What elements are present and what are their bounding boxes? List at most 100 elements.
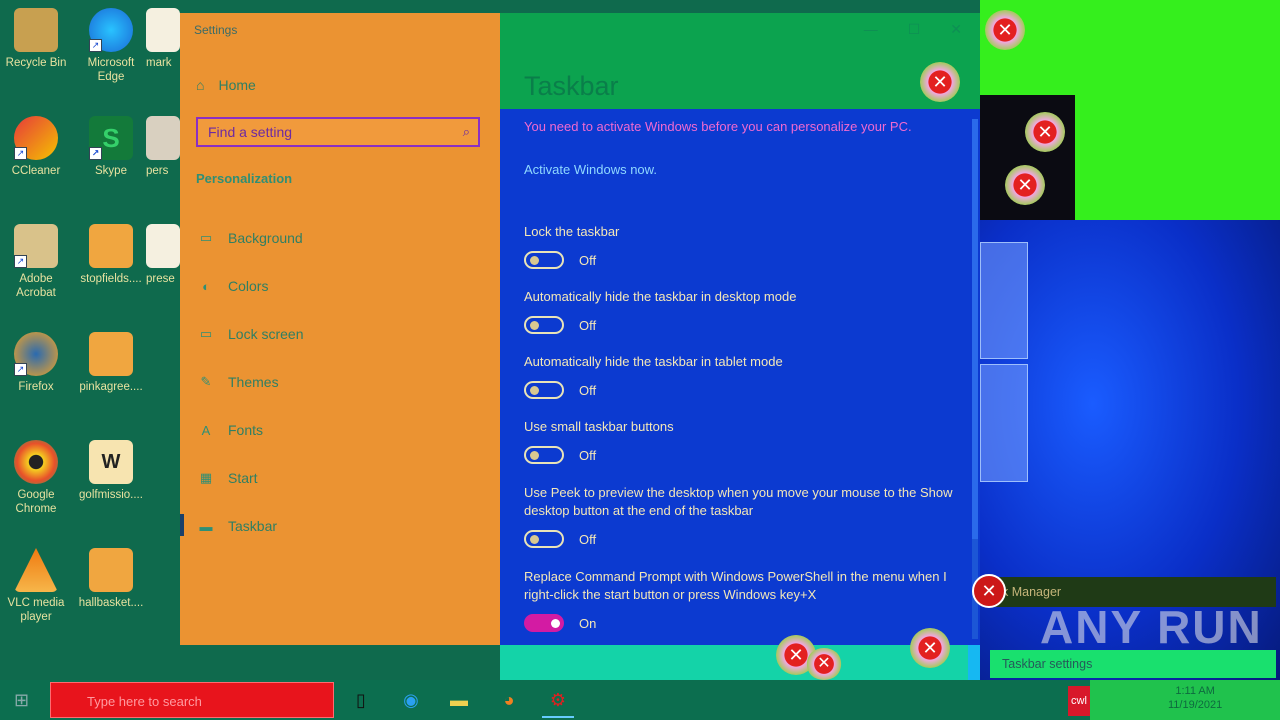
nav-item-label: Themes xyxy=(228,374,279,390)
desktop-icon-prese[interactable]: prese xyxy=(146,224,180,286)
error-icon: ✕ xyxy=(1025,112,1065,152)
firefox-icon[interactable]: ◕ xyxy=(493,684,525,716)
edge-icon[interactable]: ◉ xyxy=(395,684,427,716)
activate-windows-link[interactable]: Activate Windows now. xyxy=(524,162,657,177)
edge-icon: ↗ xyxy=(89,8,133,52)
taskbar-search-input[interactable] xyxy=(51,683,329,719)
setting-autohide-desktop: Automatically hide the taskbar in deskto… xyxy=(524,288,954,334)
desktop-icon-stopfields[interactable]: stopfields.... xyxy=(77,224,145,286)
start-button[interactable]: ⊞ xyxy=(14,690,34,710)
lock-screen-icon: ▭ xyxy=(199,326,213,341)
nav-item-label: Lock screen xyxy=(228,326,304,342)
setting-label: Automatically hide the taskbar in tablet… xyxy=(524,354,783,369)
home-label: Home xyxy=(218,77,256,93)
file-explorer-icon[interactable]: ▬ xyxy=(443,684,475,716)
toggle-state: Off xyxy=(579,447,597,463)
setting-label: Replace Command Prompt with Windows Powe… xyxy=(524,569,947,602)
nav-item-themes[interactable]: ✎ Themes xyxy=(180,362,500,402)
toggle-state: Off xyxy=(579,382,597,398)
desktop-icon-recycle-bin[interactable]: Recycle Bin xyxy=(2,8,70,70)
nav-item-label: Taskbar xyxy=(228,518,278,534)
toggle-switch[interactable] xyxy=(524,381,564,399)
error-icon: ✕ xyxy=(985,10,1025,50)
toggle-switch[interactable] xyxy=(524,316,564,334)
taskbar-settings-menu-item[interactable]: Taskbar settings xyxy=(990,650,1276,678)
error-icon: ✕ xyxy=(1005,165,1045,205)
anyrun-watermark: ANY RUN xyxy=(1040,601,1263,653)
desktop-icon-label: prese xyxy=(146,273,175,285)
toggle-state: On xyxy=(579,615,597,631)
desktop-icon-firefox[interactable]: ↗ Firefox xyxy=(2,332,70,394)
desktop-icon-golfmissio[interactable]: W golfmissio.... xyxy=(77,440,145,502)
section-title: Personalization xyxy=(196,171,293,186)
palette-icon: ◐ xyxy=(202,278,210,294)
desktop-icon-skype[interactable]: S ↗ Skype xyxy=(77,116,145,178)
desktop-icon-chrome[interactable]: Google Chrome xyxy=(2,440,70,516)
desktop-icon-label: Adobe Acrobat xyxy=(16,273,56,299)
clock-time: 1:11 AM xyxy=(1175,685,1215,697)
nav-item-lock-screen[interactable]: ▭ Lock screen xyxy=(180,314,500,354)
start-icon: ▦ xyxy=(199,470,213,485)
ccleaner-icon: ↗ xyxy=(14,116,58,160)
desktop-icon-label: pers xyxy=(146,165,169,177)
windows-logo-pane xyxy=(980,242,1028,359)
setting-label: Automatically hide the taskbar in deskto… xyxy=(524,289,797,304)
taskbar-icon: ▬ xyxy=(199,518,213,534)
task-view-icon[interactable]: ▯ xyxy=(345,684,377,716)
desktop-icon-hallbasket[interactable]: hallbasket.... xyxy=(77,548,145,610)
activation-warning: You need to activate Windows before you … xyxy=(524,119,912,134)
error-icon: ✕ xyxy=(920,62,960,102)
toggle-switch[interactable] xyxy=(524,446,564,464)
nav-item-label: Fonts xyxy=(228,422,264,438)
nav-item-background[interactable]: ▭ Background xyxy=(180,218,500,258)
scrollbar-thumb[interactable] xyxy=(972,119,978,539)
desktop-icon-edge[interactable]: ↗ Microsoft Edge xyxy=(77,8,145,84)
toggle-switch[interactable] xyxy=(524,530,564,548)
nav-item-taskbar[interactable]: ▬ Taskbar xyxy=(180,506,500,546)
desktop-icon-label: Google Chrome xyxy=(15,489,57,515)
scrollbar[interactable] xyxy=(972,119,978,639)
settings-window: Settings ⌂ Home ⌕ Personalization ▭ Back… xyxy=(180,13,980,645)
desktop-icon-mark[interactable]: mark xyxy=(146,8,180,70)
desktop-icon-acrobat[interactable]: ↗ Adobe Acrobat xyxy=(2,224,70,300)
clock[interactable]: 1:11 AM 11/19/2021 xyxy=(1168,684,1222,712)
desktop-icon-label: pinkagree.... xyxy=(79,381,143,393)
window-title: Settings xyxy=(194,23,238,37)
search-input[interactable] xyxy=(198,119,458,145)
settings-content: — ☐ ✕ Taskbar You need to activate Windo… xyxy=(500,13,980,645)
tray-app-badge[interactable]: cwl xyxy=(1068,686,1090,716)
desktop-icon-label: Microsoft Edge xyxy=(87,57,135,83)
toggle-switch[interactable] xyxy=(524,614,564,632)
maximize-icon[interactable]: ☐ xyxy=(908,21,921,38)
recycle-bin-icon xyxy=(14,8,58,52)
nav-item-start[interactable]: ▦ Start xyxy=(180,458,500,498)
settings-sidebar: Settings ⌂ Home ⌕ Personalization ▭ Back… xyxy=(180,13,500,645)
desktop-icon-pers[interactable]: pers xyxy=(146,116,180,178)
setting-powershell: Replace Command Prompt with Windows Powe… xyxy=(524,568,954,632)
desktop-icon-vlc[interactable]: VLC media player xyxy=(2,548,70,624)
toggle-state: Off xyxy=(579,252,597,268)
nav-item-colors[interactable]: ◐ Colors xyxy=(180,266,500,306)
document-icon xyxy=(89,224,133,268)
close-icon[interactable]: ✕ xyxy=(950,21,962,38)
desktop-icon-pinkagree[interactable]: pinkagree.... xyxy=(77,332,145,394)
error-icon: ✕ xyxy=(972,574,1006,608)
desktop-icon-label: Firefox xyxy=(18,381,54,393)
desktop-icon-label: hallbasket.... xyxy=(78,597,144,609)
document-icon xyxy=(89,332,133,376)
nav-item-fonts[interactable]: A Fonts xyxy=(180,410,500,450)
settings-gear-icon[interactable]: ⚙ xyxy=(542,684,574,718)
content-header: — ☐ ✕ Taskbar xyxy=(500,13,980,109)
desktop-icon-label: golfmissio.... xyxy=(79,489,143,501)
settings-search[interactable]: ⌕ xyxy=(196,117,480,147)
setting-label: Use small taskbar buttons xyxy=(524,419,674,434)
minimize-icon[interactable]: — xyxy=(864,21,878,38)
word-doc-icon: W xyxy=(89,440,133,484)
nav-item-label: Background xyxy=(228,230,303,246)
home-nav-item[interactable]: ⌂ Home xyxy=(196,77,256,93)
desktop-icon-ccleaner[interactable]: ↗ CCleaner xyxy=(2,116,70,178)
taskbar-search[interactable] xyxy=(50,682,334,719)
toggle-switch[interactable] xyxy=(524,251,564,269)
word-doc-icon xyxy=(146,224,180,268)
nav-item-label: Colors xyxy=(228,278,269,294)
